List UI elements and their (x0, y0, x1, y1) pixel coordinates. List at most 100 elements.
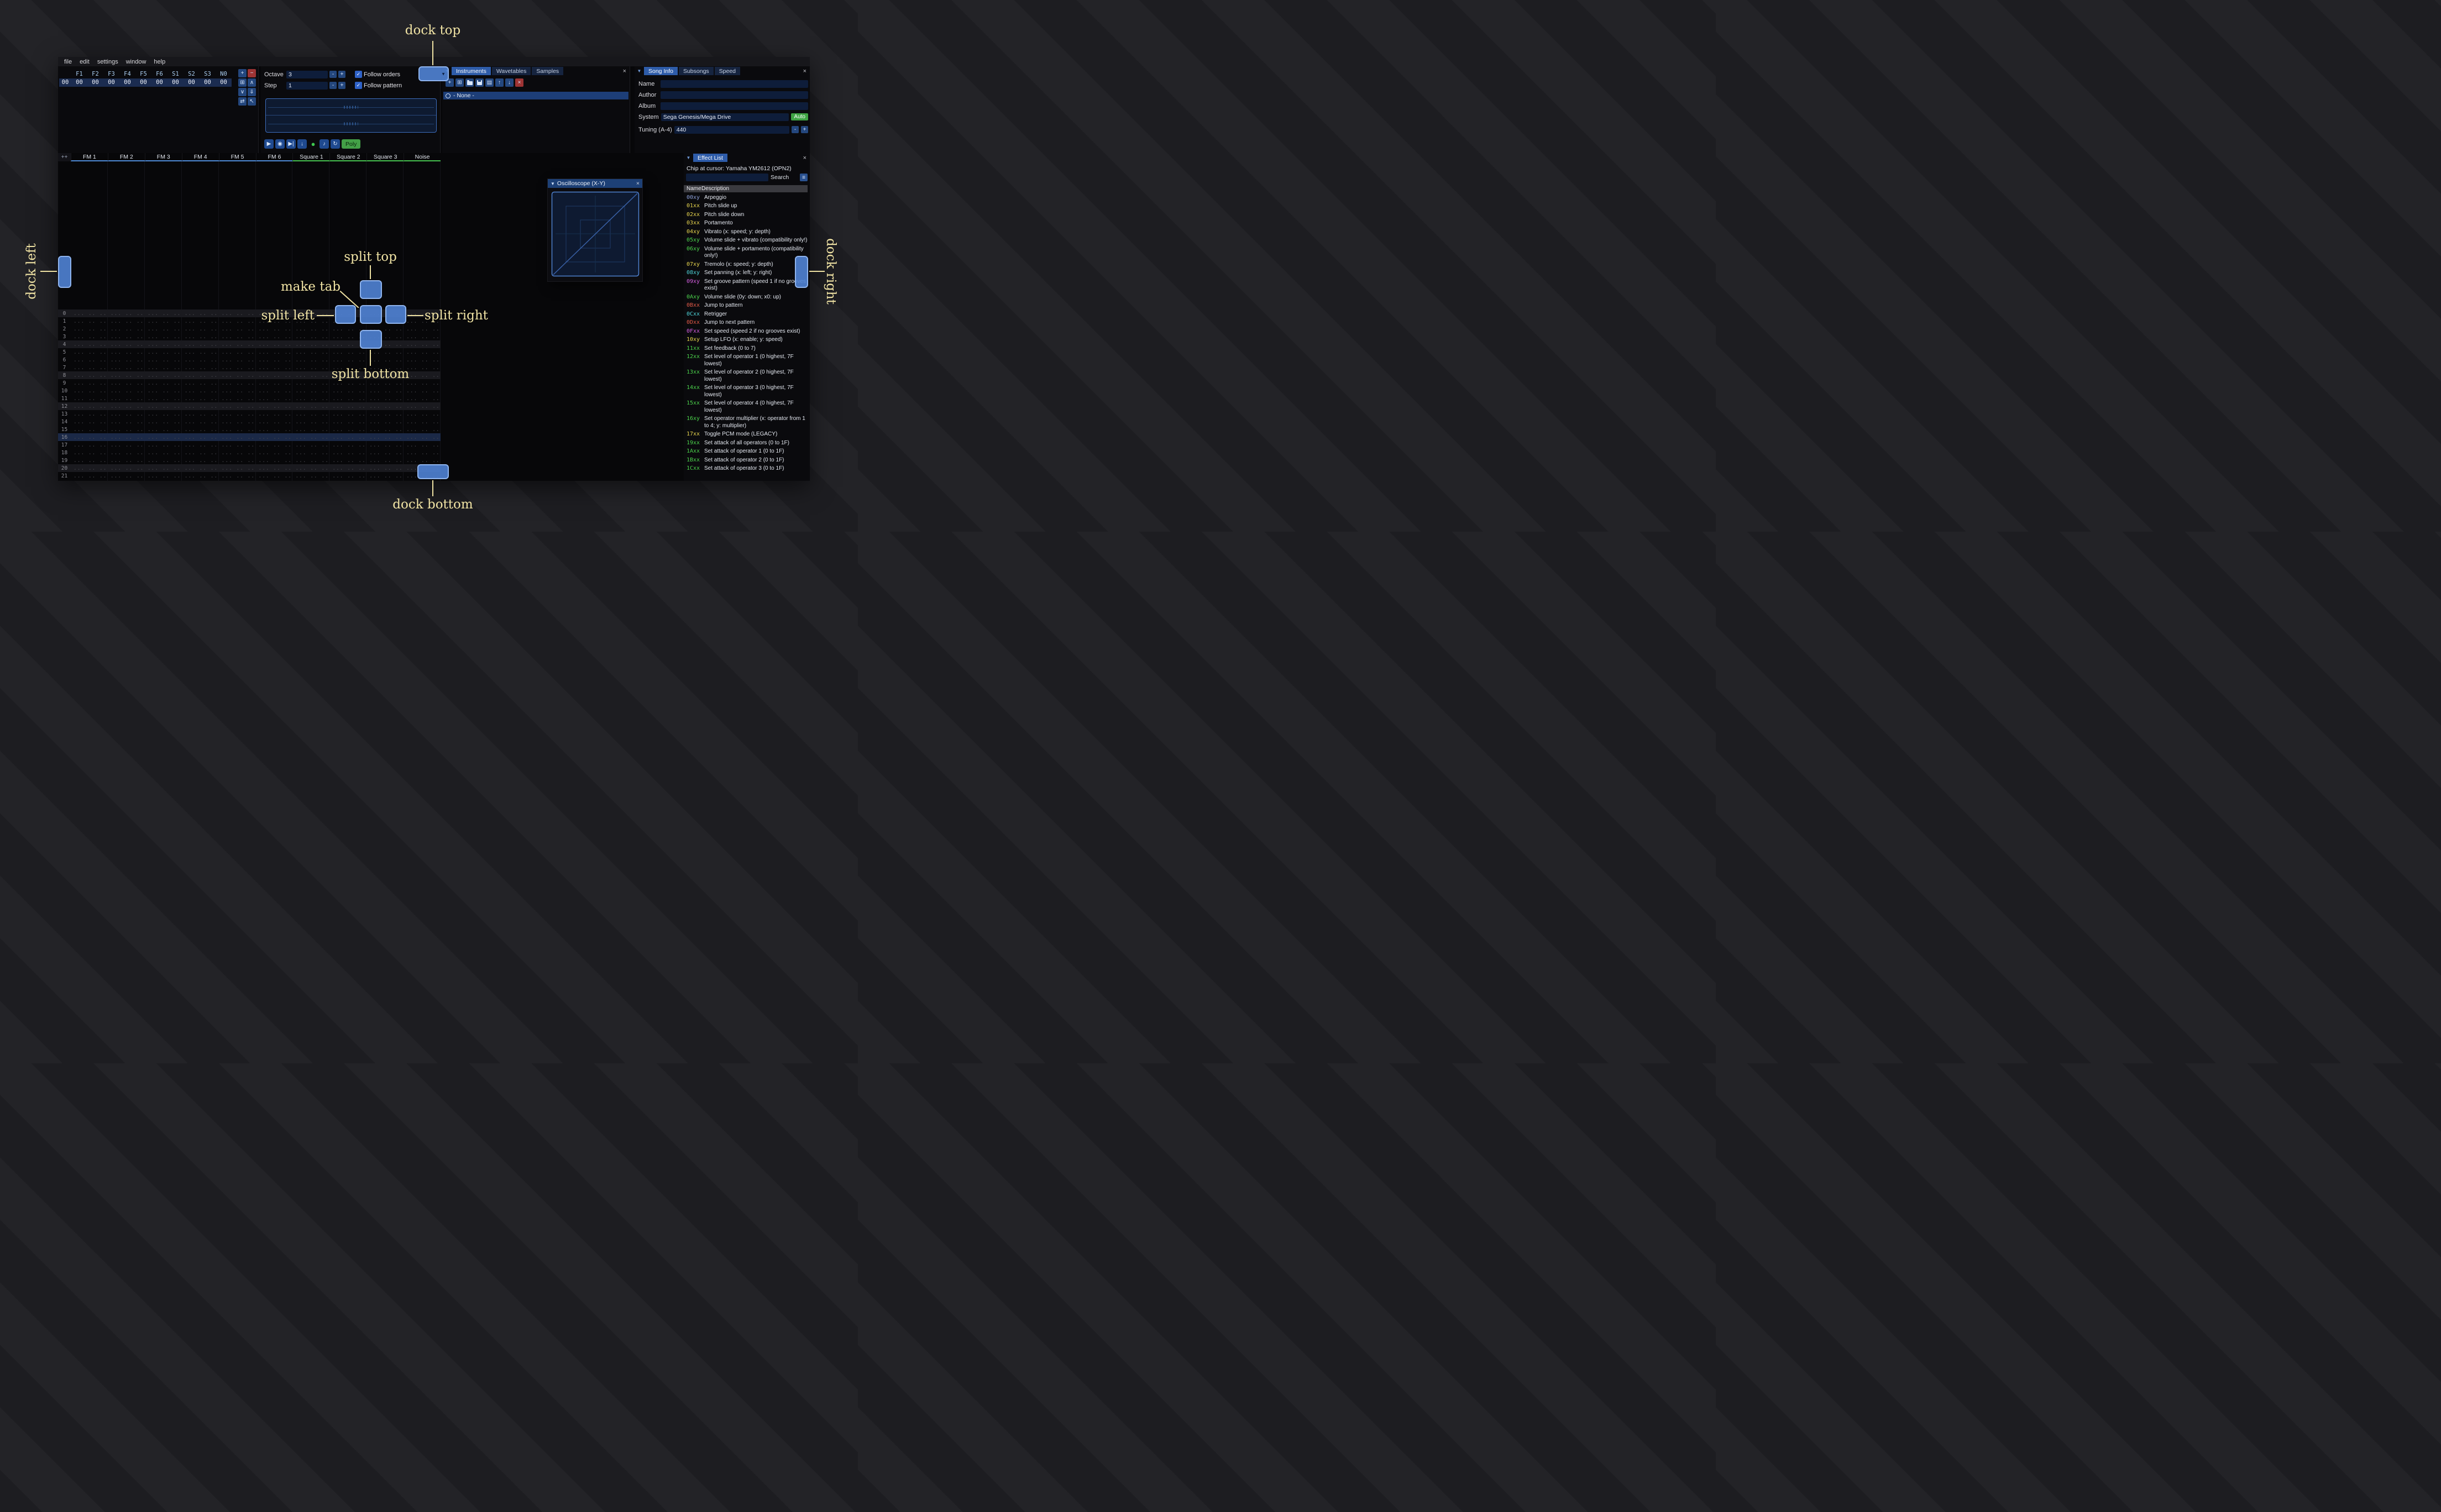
pattern-cell[interactable]: ... .. .. .... (108, 458, 145, 464)
chevron-down-icon[interactable]: ▼ (685, 154, 692, 162)
pattern-cell[interactable]: ... .. .. .... (145, 372, 182, 379)
pattern-cell[interactable]: ... .. .. .... (366, 442, 404, 448)
pattern-row[interactable]: 19... .. .. ....... .. .. ....... .. .. … (58, 456, 441, 464)
tuning-minus-button[interactable]: - (792, 126, 799, 133)
pattern-cell[interactable]: ... .. .. .... (329, 427, 366, 433)
pattern-cell[interactable]: ... .. .. .... (404, 427, 441, 433)
pattern-cell[interactable]: ... .. .. .... (329, 450, 366, 456)
pattern-cell[interactable]: ... .. .. .... (145, 450, 182, 456)
pattern-cell[interactable]: ... .. .. .... (71, 450, 108, 456)
channel-header-fm-6[interactable]: FM 6 (255, 153, 293, 161)
split-bottom-target[interactable] (360, 330, 382, 349)
pattern-row[interactable]: 18... .. .. ....... .. .. ....... .. .. … (58, 449, 441, 456)
order-change-mode-button[interactable]: ⇄ (238, 97, 247, 106)
pattern-cell[interactable]: ... .. .. .... (182, 411, 219, 417)
pattern-cell[interactable]: ... .. .. .... (292, 365, 329, 371)
effect-row[interactable]: 08xy Set panning (x: left; y: right) (684, 269, 810, 278)
pattern-cell[interactable]: ... .. .. .... (71, 334, 108, 340)
pattern-cell[interactable]: ... .. .. .... (292, 465, 329, 471)
pattern-cell[interactable]: ... .. .. .... (329, 388, 366, 394)
pattern-cell[interactable]: ... .. .. .... (71, 473, 108, 479)
pattern-cell[interactable]: ... .. .. .... (71, 396, 108, 402)
pattern-cell[interactable]: ... .. .. .... (292, 342, 329, 348)
order-edit-mode-button[interactable]: ↖ (248, 97, 256, 106)
open-instrument-button[interactable] (465, 78, 474, 87)
pattern-cell[interactable]: ... .. .. .... (292, 326, 329, 332)
pattern-cell[interactable]: ... .. .. .... (219, 450, 256, 456)
pattern-cell[interactable]: ... .. .. .... (256, 349, 293, 355)
pattern-cell[interactable]: ... .. .. .... (71, 311, 108, 317)
tab-instruments[interactable]: Instruments (452, 67, 491, 75)
pattern-cell[interactable]: ... .. .. .... (404, 349, 441, 355)
pattern-row[interactable]: 4... .. .. ....... .. .. ....... .. .. .… (58, 340, 441, 348)
pattern-cell[interactable]: ... .. .. .... (404, 403, 441, 410)
pattern-cell[interactable]: ... .. .. .... (182, 396, 219, 402)
poly-button[interactable]: Poly (342, 139, 361, 149)
play-from-cursor-button[interactable]: ▶| (286, 139, 296, 149)
pattern-cell[interactable]: ... .. .. .... (145, 334, 182, 340)
pattern-cell[interactable]: ... .. .. .... (219, 403, 256, 410)
pattern-cell[interactable]: ... .. .. .... (108, 465, 145, 471)
channel-header-noise[interactable]: Noise (404, 153, 441, 161)
pattern-cell[interactable]: ... .. .. .... (108, 442, 145, 448)
order-cell[interactable]: 00 (216, 78, 232, 87)
step-row-button[interactable]: ↓ (297, 139, 307, 149)
pattern-cell[interactable]: ... .. .. .... (182, 419, 219, 425)
pattern-cell[interactable]: ... .. .. .... (71, 372, 108, 379)
pattern-cell[interactable]: ... .. .. .... (219, 342, 256, 348)
pattern-cell[interactable]: ... .. .. .... (219, 372, 256, 379)
pattern-cell[interactable]: ... .. .. .... (108, 396, 145, 402)
tab-subsongs[interactable]: Subsongs (678, 67, 714, 75)
duplicate-order-button[interactable]: ⊞ (238, 78, 247, 87)
pattern-row[interactable]: 5... .. .. ....... .. .. ....... .. .. .… (58, 348, 441, 356)
pattern-cell[interactable]: ... .. .. .... (366, 427, 404, 433)
effect-row[interactable]: 00xy Arpeggio (684, 193, 810, 202)
pattern-cell[interactable]: ... .. .. .... (404, 411, 441, 417)
pattern-cell[interactable]: ... .. .. .... (329, 419, 366, 425)
pattern-cell[interactable]: ... .. .. .... (145, 388, 182, 394)
split-right-target[interactable] (385, 305, 406, 324)
pattern-row[interactable]: 0... .. .. ....... .. .. ....... .. .. .… (58, 309, 441, 317)
pattern-cell[interactable]: ... .. .. .... (366, 465, 404, 471)
pattern-cell[interactable]: ... .. .. .... (145, 434, 182, 440)
metronome-button[interactable]: ♪ (319, 139, 329, 149)
pattern-cell[interactable]: ... .. .. .... (108, 311, 145, 317)
pattern-cell[interactable]: ... .. .. .... (292, 396, 329, 402)
pattern-cell[interactable]: ... .. .. .... (182, 427, 219, 433)
menu-file[interactable]: file (60, 59, 76, 65)
pattern-cell[interactable]: ... .. .. .... (404, 326, 441, 332)
pattern-cell[interactable]: ... .. .. .... (145, 403, 182, 410)
order-cell[interactable]: 00 (151, 78, 167, 87)
tab-speed[interactable]: Speed (714, 67, 741, 75)
pattern-cell[interactable]: ... .. .. .... (219, 334, 256, 340)
pattern-cell[interactable]: ... .. .. .... (219, 388, 256, 394)
tab-samples[interactable]: Samples (532, 67, 564, 75)
pattern-cell[interactable]: ... .. .. .... (182, 442, 219, 448)
pattern-cell[interactable]: ... .. .. .... (292, 334, 329, 340)
pattern-cell[interactable]: ... .. .. .... (182, 349, 219, 355)
pattern-cell[interactable]: ... .. .. .... (108, 473, 145, 479)
hamburger-menu-icon[interactable]: ≡ (800, 174, 808, 181)
pattern-cell[interactable]: ... .. .. .... (71, 465, 108, 471)
pattern-cell[interactable]: ... .. .. .... (292, 458, 329, 464)
pattern-cell[interactable]: ... .. .. .... (256, 450, 293, 456)
duplicate-instrument-button[interactable]: ⊞ (455, 78, 464, 87)
channel-header-fm-4[interactable]: FM 4 (181, 153, 219, 161)
pattern-cell[interactable]: ... .. .. .... (256, 427, 293, 433)
close-icon[interactable]: × (800, 67, 810, 75)
effect-row[interactable]: 13xx Set level of operator 2 (0 highest, … (684, 369, 810, 384)
effect-row[interactable]: 09xy Set groove pattern (speed 1 if no gr… (684, 277, 810, 293)
pattern-cell[interactable]: ... .. .. .... (219, 427, 256, 433)
pattern-cell[interactable]: ... .. .. .... (108, 411, 145, 417)
channel-header-square-3[interactable]: Square 3 (366, 153, 404, 161)
pattern-row[interactable]: 13... .. .. ....... .. .. ....... .. .. … (58, 410, 441, 418)
pattern-cell[interactable]: ... .. .. .... (108, 326, 145, 332)
effect-row[interactable]: 1Axx Set attack of operator 1 (0 to 1F) (684, 448, 810, 456)
pattern-cell[interactable]: ... .. .. .... (182, 318, 219, 324)
pattern-row[interactable]: 16... .. .. ....... .. .. ....... .. .. … (58, 433, 441, 441)
pattern-cell[interactable]: ... .. .. .... (256, 411, 293, 417)
pattern-cell[interactable]: ... .. .. .... (108, 427, 145, 433)
add-order-button[interactable]: + (238, 69, 247, 77)
pattern-cell[interactable]: ... .. .. .... (71, 326, 108, 332)
pattern-cell[interactable]: ... .. .. .... (366, 396, 404, 402)
